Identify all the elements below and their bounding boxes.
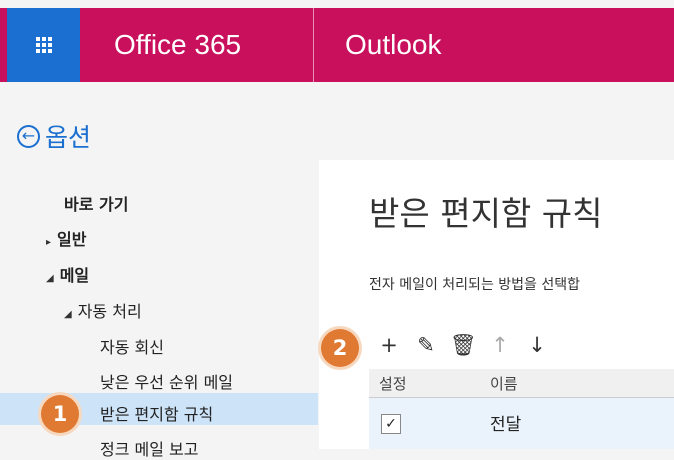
plus-icon[interactable]: +: [376, 330, 402, 360]
nav-general[interactable]: ▸ 일반: [46, 226, 86, 250]
nav-junk-report[interactable]: 정크 메일 보고: [100, 436, 199, 460]
nav-mail[interactable]: ◢ 메일: [46, 262, 89, 286]
trash-icon[interactable]: 🗑: [450, 330, 477, 360]
expand-arrow-icon: ▸: [46, 237, 52, 248]
header-bar: [0, 8, 674, 82]
page-description: 전자 메일이 처리되는 방법을 선택합: [369, 277, 580, 293]
back-arrow-icon: ←: [17, 124, 40, 148]
nav-low-priority[interactable]: 낮은 우선 순위 메일: [100, 369, 233, 393]
arrow-up-icon[interactable]: ↑: [487, 330, 513, 360]
rules-table-header: 설정 이름: [369, 369, 674, 398]
nav-shortcuts[interactable]: 바로 가기: [64, 191, 128, 215]
collapse-arrow-icon: ◢: [64, 309, 72, 320]
pencil-icon[interactable]: ✎: [413, 330, 439, 360]
header-divider: [313, 8, 314, 82]
nav-mail-label: 메일: [59, 266, 90, 285]
waffle-icon: [35, 37, 52, 53]
nav-inbox-rules[interactable]: 받은 편지함 규칙: [100, 401, 213, 425]
collapse-arrow-icon: ◢: [46, 273, 54, 284]
app-launcher-button[interactable]: [7, 8, 80, 82]
options-label: 옵션: [45, 123, 92, 152]
rules-toolbar: + ✎ 🗑 ↑ ↓: [376, 330, 561, 360]
column-enabled[interactable]: 설정: [379, 373, 407, 394]
callout-badge-1: 1: [41, 395, 79, 433]
options-back-link[interactable]: ← 옵션: [17, 118, 91, 154]
column-name[interactable]: 이름: [490, 373, 518, 394]
arrow-down-icon[interactable]: ↓: [524, 330, 550, 360]
rule-name: 전달: [490, 415, 522, 435]
table-row[interactable]: ✓ 전달: [369, 398, 674, 449]
nav-general-label: 일반: [57, 230, 87, 249]
app-title[interactable]: Outlook: [345, 8, 442, 82]
nav-auto-processing[interactable]: ◢ 자동 처리: [64, 298, 142, 322]
brand-title[interactable]: Office 365: [114, 8, 241, 82]
top-strip: [0, 0, 674, 8]
rule-enabled-checkbox[interactable]: ✓: [381, 414, 401, 434]
callout-badge-2: 2: [321, 329, 359, 367]
page-title: 받은 편지함 규칙: [369, 194, 603, 233]
nav-auto-processing-label: 자동 처리: [77, 302, 142, 321]
outlook-options-page: Office 365 Outlook ← 옵션 바로 가기 ▸ 일반 ◢ 메일 ◢ 자…: [0, 0, 674, 459]
nav-auto-reply[interactable]: 자동 회신: [100, 334, 164, 358]
